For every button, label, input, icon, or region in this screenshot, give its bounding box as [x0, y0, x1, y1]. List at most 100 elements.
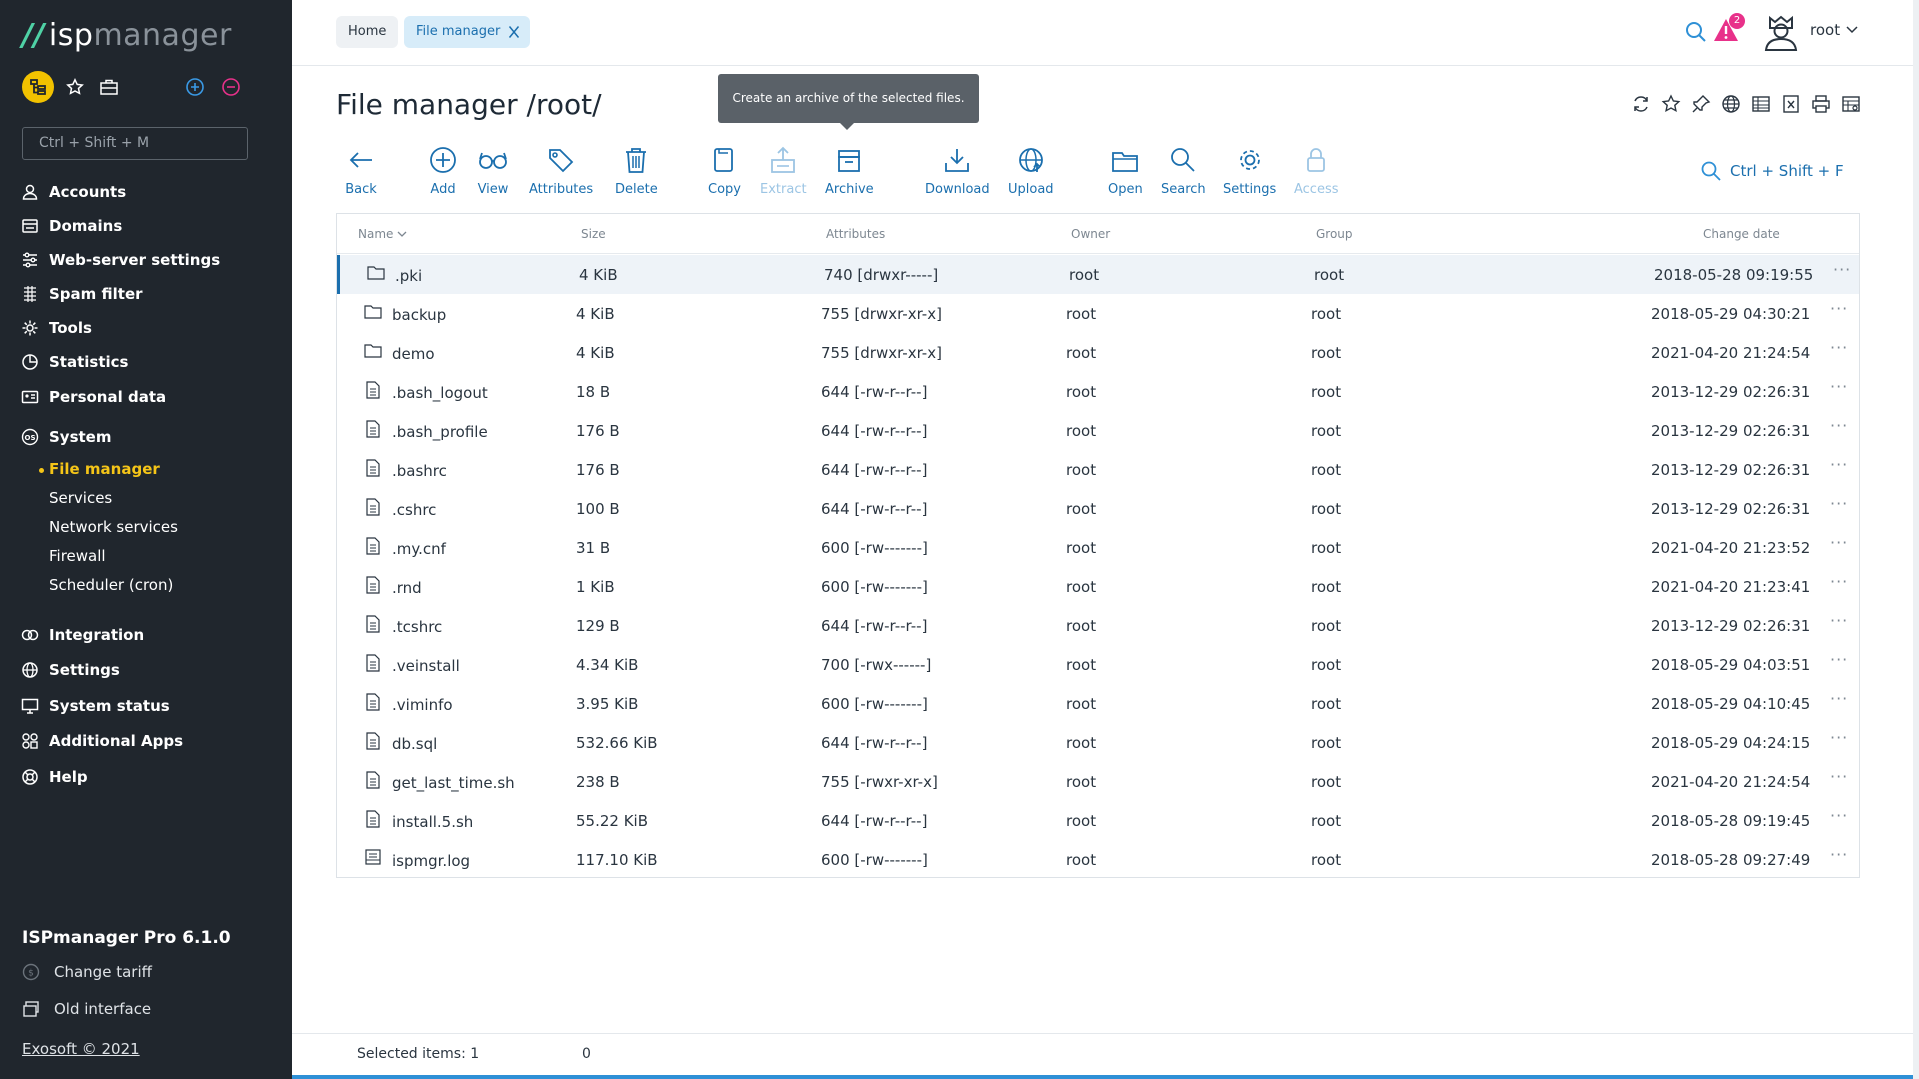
submenu-file-manager[interactable]: File manager — [39, 460, 160, 478]
briefcase-icon[interactable] — [96, 71, 122, 103]
cell-name[interactable]: .pki — [395, 267, 422, 285]
star-icon[interactable] — [1660, 93, 1682, 115]
open-button[interactable]: Open — [1108, 144, 1143, 197]
cell-name[interactable]: .rnd — [392, 579, 422, 597]
row-actions-icon[interactable]: ··· — [1830, 494, 1848, 513]
cell-name[interactable]: .cshrc — [392, 501, 436, 519]
cell-name[interactable]: .bash_logout — [392, 384, 488, 402]
favorites-star-icon[interactable] — [62, 71, 88, 103]
tree-view-icon[interactable] — [22, 71, 54, 103]
column-header-size[interactable]: Size — [581, 227, 606, 241]
refresh-icon[interactable] — [1630, 93, 1652, 115]
column-header-attributes[interactable]: Attributes — [826, 227, 885, 241]
upload-button[interactable]: Upload — [1008, 144, 1054, 197]
cell-name[interactable]: demo — [392, 345, 435, 363]
menu-item-tools[interactable]: Tools — [20, 316, 92, 340]
table-row[interactable]: .viminfo 3.95 KiB 600 [-rw-------] root root… — [337, 684, 1859, 723]
row-actions-icon[interactable]: ··· — [1830, 377, 1848, 396]
row-actions-icon[interactable]: ··· — [1830, 611, 1848, 630]
table-row[interactable]: .rnd 1 KiB 600 [-rw-------] root root 2021-04… — [337, 567, 1859, 606]
table-settings-icon[interactable] — [1840, 93, 1862, 115]
close-icon[interactable] — [508, 16, 520, 61]
column-header-name[interactable]: Name — [358, 227, 407, 241]
menu-item-integration[interactable]: Integration — [20, 623, 144, 647]
settings-button[interactable]: Settings — [1223, 144, 1276, 197]
tab-home[interactable]: Home — [336, 16, 399, 48]
page-scrollbar[interactable] — [1913, 0, 1919, 1079]
globe-icon[interactable] — [1720, 93, 1742, 115]
back-button[interactable]: Back — [345, 144, 377, 197]
cell-name[interactable]: .my.cnf — [392, 540, 446, 558]
row-actions-icon[interactable]: ··· — [1830, 767, 1848, 786]
menu-item-additional-apps[interactable]: Additional Apps — [20, 729, 183, 753]
menu-item-personal-data[interactable]: Personal data — [20, 385, 166, 409]
cell-name[interactable]: install.5.sh — [392, 813, 473, 831]
submenu-services[interactable]: Services — [49, 489, 112, 507]
copy-button[interactable]: Copy — [708, 144, 741, 197]
submenu-firewall[interactable]: Firewall — [49, 547, 106, 565]
submenu-network-services[interactable]: Network services — [49, 518, 178, 536]
menu-item-settings[interactable]: Settings — [20, 658, 120, 682]
cell-name[interactable]: .tcshrc — [392, 618, 442, 636]
row-actions-icon[interactable]: ··· — [1830, 338, 1848, 357]
table-row[interactable]: get_last_time.sh 238 B 755 [-rwxr-xr-x] roo… — [337, 762, 1859, 801]
column-header-owner[interactable]: Owner — [1071, 227, 1110, 241]
tab-file-manager[interactable]: File manager — [404, 16, 531, 48]
menu-item-help[interactable]: Help — [20, 765, 88, 789]
search-button[interactable]: Search — [1161, 144, 1206, 197]
cell-name[interactable]: .viminfo — [392, 696, 453, 714]
table-row[interactable]: demo 4 KiB 755 [drwxr-xr-x] root root 2021-04… — [337, 333, 1859, 372]
table-row[interactable]: install.5.sh 55.22 KiB 644 [-rw-r--r--] roo… — [337, 801, 1859, 840]
cell-name[interactable]: db.sql — [392, 735, 437, 753]
cell-name[interactable]: .bashrc — [392, 462, 447, 480]
column-header-group[interactable]: Group — [1316, 227, 1353, 241]
row-actions-icon[interactable]: ··· — [1830, 806, 1848, 825]
menu-item-system-status[interactable]: System status — [20, 694, 170, 718]
row-actions-icon[interactable]: ··· — [1830, 572, 1848, 591]
cell-name[interactable]: ispmgr.log — [392, 852, 470, 870]
submenu-scheduler[interactable]: Scheduler (cron) — [49, 576, 173, 594]
cell-name[interactable]: get_last_time.sh — [392, 774, 515, 792]
cell-name[interactable]: backup — [392, 306, 446, 324]
search-icon[interactable] — [1684, 20, 1708, 48]
row-actions-icon[interactable]: ··· — [1833, 260, 1851, 279]
table-row[interactable]: .pki 4 KiB 740 [drwxr-----] root root 2018-05… — [337, 255, 1859, 294]
menu-item-web-server-settings[interactable]: Web-server settings — [20, 248, 220, 272]
extract-button[interactable]: Extract — [760, 144, 807, 197]
add-favorite-icon[interactable] — [182, 71, 208, 103]
table-row[interactable]: ispmgr.log 117.10 KiB 600 [-rw-------] root… — [337, 840, 1859, 879]
row-actions-icon[interactable]: ··· — [1830, 689, 1848, 708]
user-menu[interactable]: root — [1810, 21, 1859, 39]
archive-button[interactable]: Archive — [825, 144, 874, 197]
row-actions-icon[interactable]: ··· — [1830, 845, 1848, 864]
old-interface-link[interactable]: Old interface — [22, 1000, 151, 1018]
menu-item-spam-filter[interactable]: Spam filter — [20, 282, 143, 306]
attributes-button[interactable]: Attributes — [529, 144, 593, 197]
row-actions-icon[interactable]: ··· — [1830, 416, 1848, 435]
view-button[interactable]: View — [477, 144, 509, 197]
logo[interactable]: //ispmanager — [22, 18, 232, 53]
avatar[interactable] — [1760, 10, 1802, 56]
cell-name[interactable]: .bash_profile — [392, 423, 488, 441]
table-row[interactable]: .bash_profile 176 B 644 [-rw-r--r--] root ro… — [337, 411, 1859, 450]
table-row[interactable]: .cshrc 100 B 644 [-rw-r--r--] root root 2013-… — [337, 489, 1859, 528]
column-header-change-date[interactable]: Change date — [1703, 227, 1780, 241]
cell-name[interactable]: .veinstall — [392, 657, 460, 675]
access-button[interactable]: Access — [1294, 144, 1339, 197]
pin-icon[interactable] — [1690, 93, 1712, 115]
table-row[interactable]: .tcshrc 129 B 644 [-rw-r--r--] root root 2013… — [337, 606, 1859, 645]
change-tariff-link[interactable]: $ Change tariff — [22, 963, 152, 981]
table-row[interactable]: .bash_logout 18 B 644 [-rw-r--r--] root root… — [337, 372, 1859, 411]
row-actions-icon[interactable]: ··· — [1830, 299, 1848, 318]
menu-item-domains[interactable]: Domains — [20, 214, 122, 238]
menu-item-statistics[interactable]: Statistics — [20, 350, 128, 374]
print-icon[interactable] — [1810, 93, 1832, 115]
table-row[interactable]: .bashrc 176 B 644 [-rw-r--r--] root root 2013… — [337, 450, 1859, 489]
export-excel-icon[interactable] — [1780, 93, 1802, 115]
remove-favorite-icon[interactable] — [218, 71, 244, 103]
table-row[interactable]: db.sql 532.66 KiB 644 [-rw-r--r--] root root… — [337, 723, 1859, 762]
quick-find[interactable]: Ctrl + Shift + F — [1700, 160, 1844, 182]
delete-button[interactable]: Delete — [615, 144, 658, 197]
row-actions-icon[interactable]: ··· — [1830, 455, 1848, 474]
table-row[interactable]: .veinstall 4.34 KiB 700 [-rwx------] root ro… — [337, 645, 1859, 684]
